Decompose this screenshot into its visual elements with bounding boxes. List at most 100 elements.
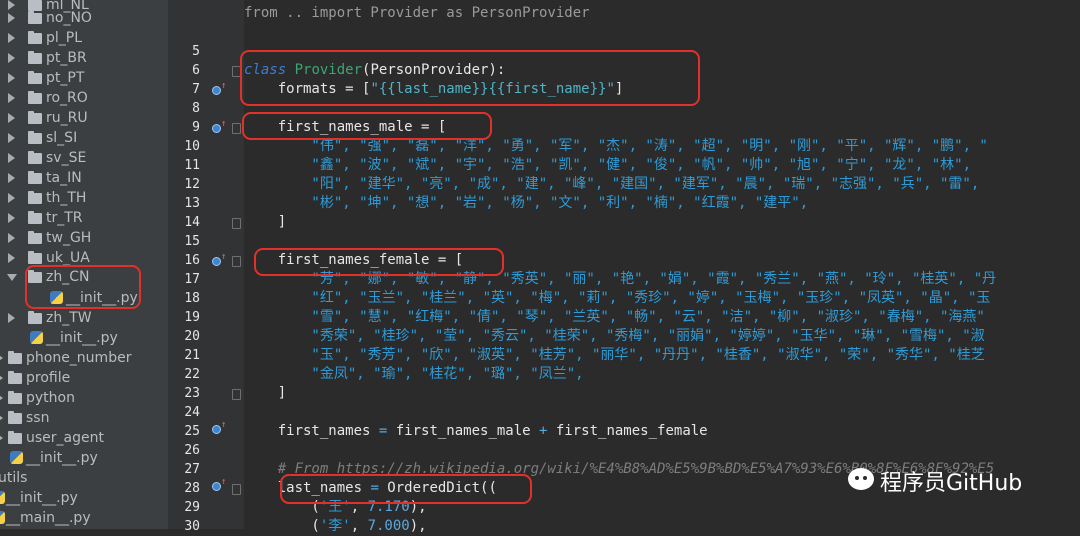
folder-icon (28, 311, 42, 324)
annotation-highlight-last-names (280, 474, 532, 504)
override-marker-icon[interactable] (212, 252, 226, 266)
collapsed-arrow-icon[interactable] (8, 13, 15, 23)
tree-item-label: tw_GH (46, 230, 92, 246)
line-number: 30 (184, 519, 200, 534)
tree-item-label: sl_SI (46, 130, 78, 146)
tree-item-sl-si[interactable]: sl_SI (0, 128, 168, 148)
collapsed-arrow-icon[interactable] (8, 133, 15, 143)
code-text: first_names_female (547, 423, 708, 439)
code-editor[interactable]: from .. import Provider as PersonProvide… (240, 0, 1080, 534)
watermark-text: 程序员GitHub (880, 471, 1023, 496)
tree-item-profile[interactable]: profile (0, 368, 168, 388)
tree-item-label: __main__.py (6, 510, 91, 526)
folder-icon (28, 171, 42, 184)
tree-item-label: profile (26, 370, 71, 386)
fold-icon[interactable] (232, 123, 241, 134)
collapsed-arrow-icon[interactable] (8, 73, 15, 83)
collapsed-arrow-icon[interactable] (8, 153, 15, 163)
override-marker-icon[interactable] (212, 81, 226, 95)
code-line-first-names: first_names = first_names_male + first_n… (244, 422, 708, 441)
tree-item-python[interactable]: python (0, 388, 168, 408)
tree-item-label: __init__.py (46, 330, 118, 346)
code-line-male-names: "鑫", "波", "斌", "宇", "浩", "凯", "健", "俊", … (244, 157, 972, 173)
tree-item-pt-pt[interactable]: pt_PT (0, 68, 168, 88)
tree-item-tw-gh[interactable]: tw_GH (0, 228, 168, 248)
code-line-male-names: "阳", "建华", "亮", "成", "建", "峰", "建国", "建军… (244, 176, 980, 192)
tree-item-label: utils (0, 470, 28, 486)
override-marker-icon[interactable] (212, 420, 226, 434)
tree-item-label: pl_PL (46, 30, 83, 46)
tree-item-main[interactable]: __main__.py (0, 508, 168, 528)
tree-item-th-th[interactable]: th_TH (0, 188, 168, 208)
line-number: 6 (192, 63, 200, 78)
tree-item-utils[interactable]: utils (0, 468, 168, 488)
collapsed-arrow-icon[interactable] (8, 93, 15, 103)
collapsed-arrow-icon[interactable] (0, 433, 3, 443)
tree-item-user-agent[interactable]: user_agent (0, 428, 168, 448)
tree-item-pt-br[interactable]: pt_BR (0, 48, 168, 68)
fold-icon[interactable] (232, 218, 241, 229)
tree-item-label: user_agent (26, 430, 104, 446)
fold-icon[interactable] (232, 389, 241, 400)
python-file-icon (0, 491, 5, 504)
code-text: first_names (244, 423, 379, 439)
line-number: 22 (184, 367, 200, 382)
line-number: 29 (184, 500, 200, 515)
folder-icon (8, 411, 22, 424)
collapsed-arrow-icon[interactable] (8, 253, 15, 263)
folder-icon (28, 111, 42, 124)
tree-item-tr-tr[interactable]: tr_TR (0, 208, 168, 228)
tree-item-ta-in[interactable]: ta_IN (0, 168, 168, 188)
code-line-import: from .. import Provider as PersonProvide… (244, 5, 590, 21)
line-number: 17 (184, 272, 200, 287)
line-number: 14 (184, 215, 200, 230)
line-number: 11 (184, 158, 200, 173)
tree-item-label: pt_PT (46, 70, 85, 86)
tree-item-ssn[interactable]: ssn (0, 408, 168, 428)
folder-icon (8, 351, 22, 364)
line-number: 28 (184, 481, 200, 496)
tree-item-ro-ro[interactable]: ro_RO (0, 88, 168, 108)
collapsed-arrow-icon[interactable] (8, 213, 15, 223)
override-marker-icon[interactable] (212, 477, 226, 491)
collapsed-arrow-icon[interactable] (8, 193, 15, 203)
collapsed-arrow-icon[interactable] (8, 33, 15, 43)
tree-item-sv-se[interactable]: sv_SE (0, 148, 168, 168)
python-file-icon (10, 451, 23, 464)
folder-icon (28, 131, 42, 144)
tree-item-root-init[interactable]: __init__.py (0, 488, 168, 508)
line-number: 12 (184, 177, 200, 192)
tree-item-faker-init[interactable]: __init__.py (0, 448, 168, 468)
folder-icon (28, 51, 42, 64)
tree-item-label: zh_TW (46, 310, 92, 326)
code-line-last-name-entry: ('李', 7.000), (244, 517, 427, 536)
collapsed-arrow-icon[interactable] (0, 353, 3, 363)
override-marker-icon[interactable] (212, 119, 226, 133)
fold-icon[interactable] (232, 256, 241, 267)
tree-item-providers-init[interactable]: __init__.py (0, 328, 168, 348)
tree-item-pl-pl[interactable]: pl_PL (0, 28, 168, 48)
code-text: ), (409, 518, 427, 534)
line-number: 27 (184, 462, 200, 477)
line-number: 8 (192, 101, 200, 116)
tree-item-no-no[interactable]: no_NO (0, 8, 168, 28)
folder-icon (28, 91, 42, 104)
collapsed-arrow-icon[interactable] (0, 393, 3, 403)
collapsed-arrow-icon[interactable] (8, 313, 15, 323)
collapsed-arrow-icon[interactable] (0, 413, 3, 423)
collapsed-arrow-icon[interactable] (8, 233, 15, 243)
collapsed-arrow-icon[interactable] (8, 173, 15, 183)
collapsed-arrow-icon[interactable] (0, 373, 3, 383)
tree-item-phone-number[interactable]: phone_number (0, 348, 168, 368)
folder-icon (28, 71, 42, 84)
expanded-arrow-icon[interactable] (7, 274, 17, 281)
tree-item-zh-tw[interactable]: zh_TW (0, 308, 168, 328)
tree-item-label: sv_SE (46, 150, 87, 166)
tree-item-ru-ru[interactable]: ru_RU (0, 108, 168, 128)
collapsed-arrow-icon[interactable] (8, 53, 15, 63)
fold-icon[interactable] (232, 484, 241, 495)
code-text: first_names_male (387, 423, 540, 439)
project-tree[interactable]: ml_NL no_NO pl_PL pt_BR pt_PT ro_RO ru_R… (0, 0, 169, 529)
collapsed-arrow-icon[interactable] (8, 113, 15, 123)
folder-icon (28, 231, 42, 244)
